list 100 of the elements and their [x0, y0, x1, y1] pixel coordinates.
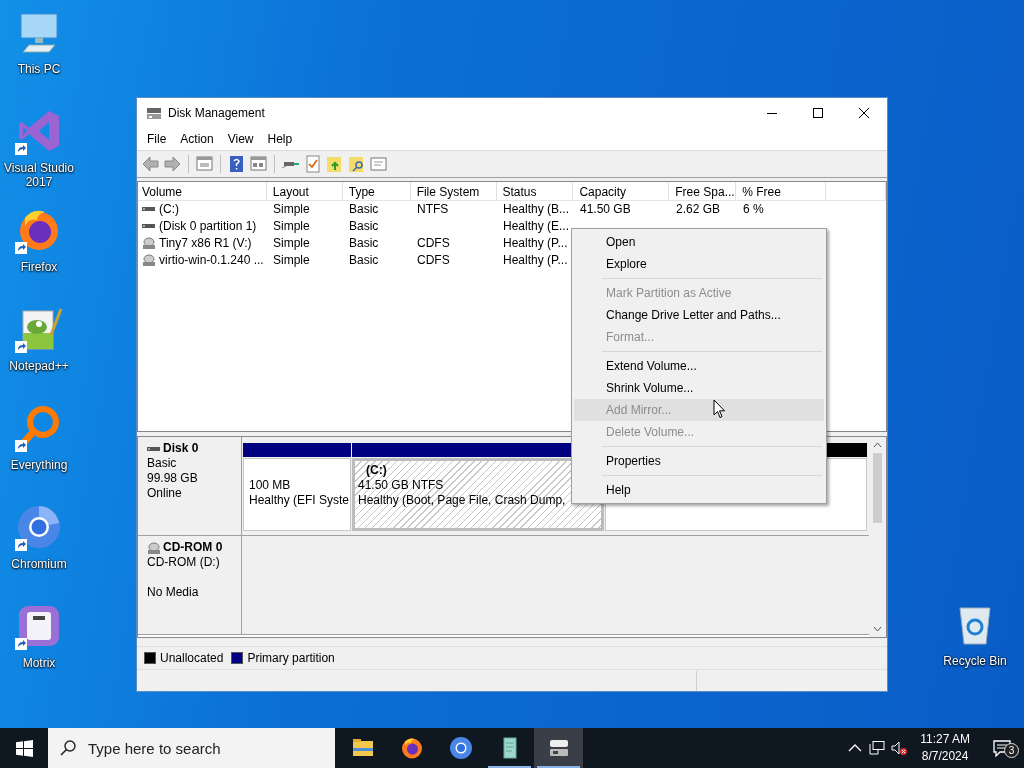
- clock-time[interactable]: 11:27 AM: [920, 731, 970, 748]
- table-cell: (C:): [159, 202, 179, 217]
- scroll-up-icon[interactable]: [873, 442, 882, 449]
- taskbar-app-button[interactable]: [534, 728, 583, 768]
- cd-drive-icon: [142, 237, 156, 250]
- partition-label: 41.50 GB NTFS: [358, 478, 445, 494]
- partition-label: 100 MB: [249, 478, 292, 494]
- scroll-thumb[interactable]: [873, 453, 882, 524]
- disk-detail: Basic: [147, 456, 178, 472]
- partition-header-bar[interactable]: [243, 443, 351, 458]
- table-cell: NTFS: [417, 202, 449, 217]
- icon-label[interactable]: This PC: [1, 62, 77, 76]
- shortcut-arrow-icon: [15, 440, 27, 452]
- disk-detail: CD-ROM (D:): [147, 555, 221, 571]
- table-cell: Basic: [349, 253, 379, 268]
- table-cell: CDFS: [417, 236, 450, 251]
- table-cell: virtio-win-0.1.240 ...: [159, 253, 264, 268]
- menu-option[interactable]: Open: [574, 231, 824, 253]
- disk-status: Online: [147, 486, 183, 502]
- table-cell: Healthy (P...: [503, 236, 568, 251]
- checklist-icon[interactable]: [303, 154, 322, 174]
- column-header[interactable]: Free Spa...: [669, 181, 737, 200]
- menu-option[interactable]: Shrink Volume...: [574, 377, 824, 399]
- chromium-ball-icon: [448, 736, 473, 760]
- partition-title: (C:): [365, 463, 388, 479]
- table-cell: Healthy (B...: [503, 202, 570, 217]
- table-cell: Simple: [273, 253, 310, 268]
- column-header[interactable]: File System: [410, 181, 497, 200]
- table-cell: Simple: [273, 236, 310, 251]
- legend-label: Unallocated: [160, 651, 224, 666]
- volume-muted-icon[interactable]: [891, 740, 908, 756]
- column-header[interactable]: Volume: [138, 181, 267, 200]
- table-cell: Basic: [349, 202, 379, 217]
- table-cell: 41.50 GB: [580, 202, 631, 217]
- menu-item[interactable]: View: [220, 129, 261, 148]
- shortcut-arrow-icon: [15, 638, 27, 650]
- close-icon: [858, 107, 870, 119]
- panel-icon[interactable]: [195, 154, 214, 174]
- menu-option[interactable]: Explore: [574, 253, 824, 275]
- table-cell: 2.62 GB: [676, 202, 721, 217]
- scrollbar[interactable]: [869, 437, 886, 638]
- table-cell: Tiny7 x86 R1 (V:): [159, 236, 252, 251]
- menu-item[interactable]: Action: [173, 129, 221, 148]
- back-arrow-icon[interactable]: [141, 154, 160, 174]
- column-header[interactable]: % Free: [736, 181, 827, 200]
- chromium-ball-icon[interactable]: [15, 503, 63, 551]
- partition-block[interactable]: 100 MB Healthy (EFI Syste: [243, 458, 351, 532]
- clock-date[interactable]: 8/7/2024: [921, 748, 969, 765]
- cd-drive-icon: [142, 254, 156, 267]
- partition-label: Healthy (Boot, Page File, Crash Dump,: [358, 493, 567, 509]
- table-cell: CDFS: [417, 253, 450, 268]
- table-cell: Healthy (E...: [503, 219, 570, 234]
- disk-detail: 99.98 GB: [147, 471, 199, 487]
- window-title: Disk Management: [168, 106, 266, 120]
- icon-label[interactable]: Everything: [1, 458, 77, 472]
- menu-option[interactable]: Change Drive Letter and Paths...: [574, 304, 824, 326]
- column-header[interactable]: Layout: [266, 181, 343, 200]
- scroll-down-icon[interactable]: [873, 626, 882, 633]
- column-header[interactable]: Status: [496, 181, 574, 200]
- partition-block[interactable]: (C:) 41.50 GB NTFS Healthy (Boot, Page File, Crash Dump,: [352, 458, 604, 532]
- notifications-icon[interactable]: [992, 738, 1012, 758]
- table-cell: Simple: [273, 202, 310, 217]
- search-field[interactable]: Type here to search: [86, 738, 330, 758]
- disk-status: No Media: [147, 585, 200, 601]
- partition-label: Healthy (EFI Syste: [249, 493, 350, 509]
- column-header[interactable]: Capacity: [573, 181, 670, 200]
- table-cell: Simple: [273, 219, 310, 234]
- maximize-icon: [812, 107, 824, 119]
- shortcut-arrow-icon: [15, 341, 27, 353]
- disk-info-panel[interactable]: CD-ROM 0 CD-ROM (D:) No Media: [138, 536, 242, 635]
- column-header[interactable]: Type: [342, 181, 411, 200]
- cd-drive-icon: [147, 541, 161, 554]
- drive-icon: [146, 106, 162, 120]
- icon-label[interactable]: Notepad++: [1, 359, 77, 373]
- icon-label[interactable]: Recycle Bin: [937, 654, 1013, 668]
- folder-search-icon[interactable]: [347, 154, 366, 174]
- fox-globe-icon: [399, 736, 424, 760]
- folder-up-icon[interactable]: [325, 154, 344, 174]
- panel-icon[interactable]: [249, 154, 268, 174]
- shortcut-arrow-icon: [15, 242, 27, 254]
- menu-item[interactable]: Help: [260, 129, 300, 148]
- network-icon[interactable]: [869, 740, 886, 756]
- forward-arrow-icon[interactable]: [163, 154, 182, 174]
- table-cell: 6 %: [743, 202, 764, 217]
- notification-count: 3: [1004, 743, 1019, 758]
- icon-label[interactable]: Chromium: [1, 557, 77, 571]
- shortcut-arrow-icon: [15, 143, 27, 155]
- icon-label[interactable]: Motrix: [1, 656, 77, 670]
- icon-label[interactable]: Visual Studio 2017: [1, 161, 77, 189]
- menu-option[interactable]: Extend Volume...: [574, 355, 824, 377]
- menu-item[interactable]: File: [140, 129, 174, 148]
- search-box[interactable]: Type here to search: [48, 728, 335, 768]
- table-cell: Basic: [349, 236, 379, 251]
- legend-label: Primary partition: [247, 651, 335, 666]
- disk-name: CD-ROM 0: [163, 540, 223, 556]
- table-cell: Healthy (P...: [503, 253, 568, 268]
- windows-logo-icon: [15, 739, 33, 757]
- disk-info-panel[interactable]: Disk 0 Basic 99.98 GB Online: [138, 437, 242, 536]
- mouse-pointer-icon: [713, 399, 726, 419]
- help-icon[interactable]: [227, 154, 246, 174]
